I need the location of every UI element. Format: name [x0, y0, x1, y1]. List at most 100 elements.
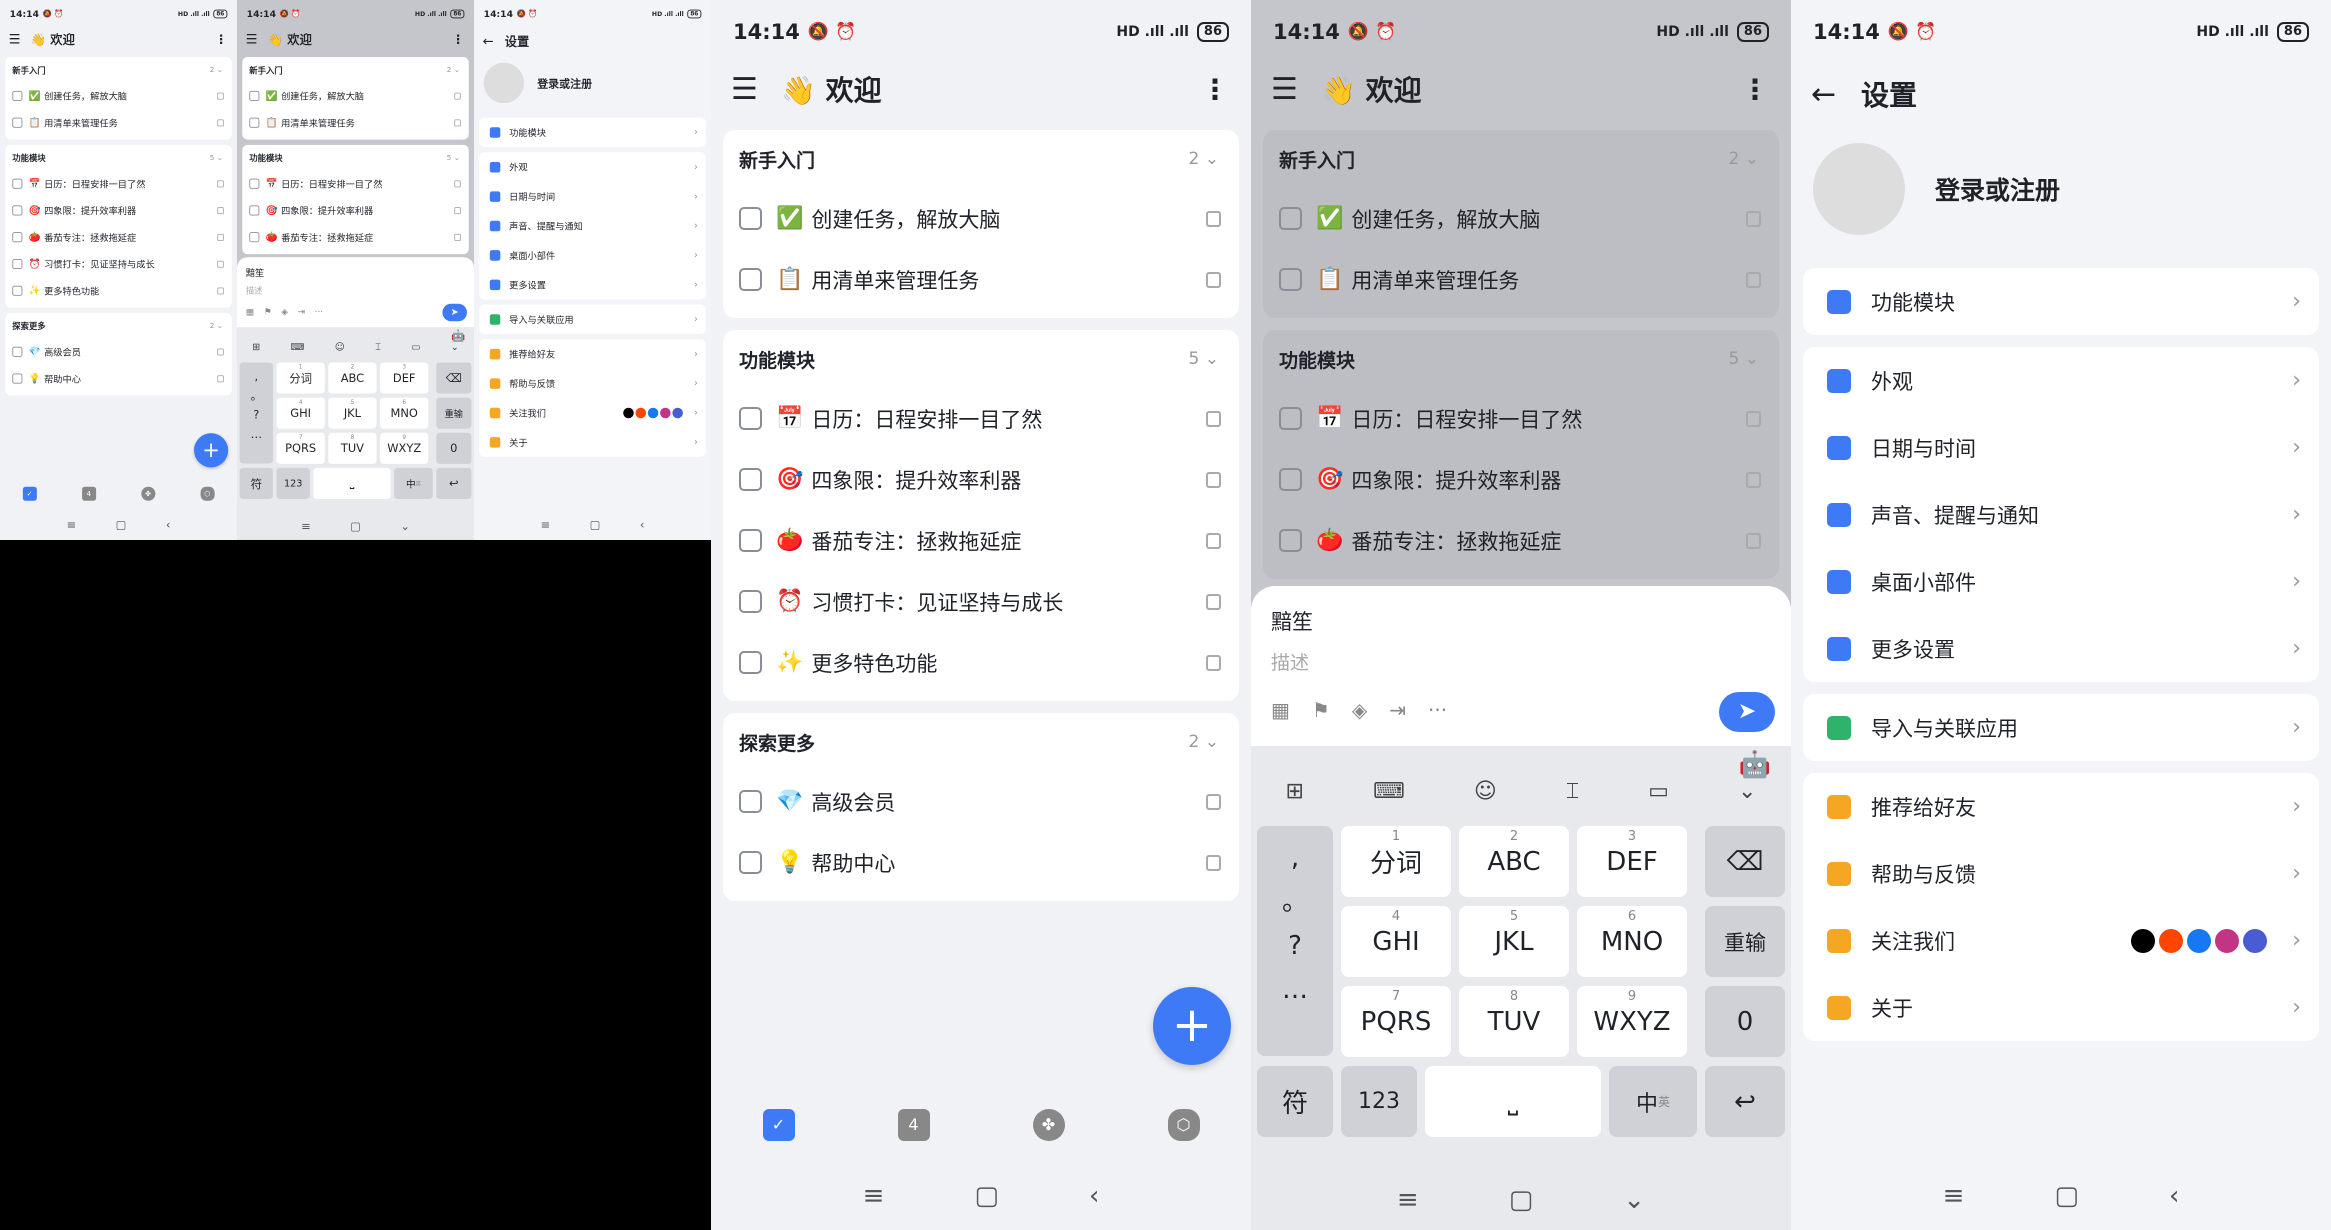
back-arrow-icon[interactable]: ←: [483, 34, 505, 49]
zero-key[interactable]: 0: [1705, 986, 1785, 1057]
task-row[interactable]: 📅 日历：日程安排一目了然: [1263, 388, 1779, 449]
section-header[interactable]: 功能模块 5 ⌄: [723, 330, 1239, 388]
task-row[interactable]: 📋 用清单来管理任务: [242, 109, 468, 136]
clipboard-icon[interactable]: ▭: [1648, 779, 1669, 804]
key-分词[interactable]: 1 分词: [276, 362, 325, 394]
collapse-keyboard-icon[interactable]: ⌄: [451, 342, 459, 353]
settings-item[interactable]: 更多设置 ›: [479, 270, 705, 299]
task-row[interactable]: 🍅 番茄专注：拯救拖延症: [242, 224, 468, 251]
menu-icon[interactable]: ☰: [9, 31, 31, 46]
settings-item[interactable]: 声音、提醒与通知 ›: [1803, 481, 2319, 548]
social-icon[interactable]: [660, 407, 671, 419]
task-row[interactable]: 📅 日历：日程安排一目了然: [723, 388, 1239, 449]
more-icon[interactable]: ⋮: [215, 32, 227, 46]
section-header[interactable]: 功能模块 5 ⌄: [5, 145, 231, 170]
task-checkbox[interactable]: [12, 232, 23, 243]
nav-home-icon[interactable]: ▢: [974, 1181, 999, 1211]
task-checkbox[interactable]: [1279, 207, 1302, 230]
task-row[interactable]: 🍅 番茄专注：拯救拖延症: [5, 224, 231, 251]
tab-quadrant-icon[interactable]: ✤: [1032, 1109, 1065, 1141]
priority-flag-icon[interactable]: ⚑: [264, 306, 272, 317]
punctuation-column[interactable]: ,。?…: [239, 362, 273, 464]
punctuation-key[interactable]: ?: [1257, 924, 1333, 968]
task-row[interactable]: ✅ 创建任务，解放大脑: [242, 83, 468, 110]
nav-menu-icon[interactable]: ≡: [301, 520, 311, 533]
task-row[interactable]: ✅ 创建任务，解放大脑: [1263, 188, 1779, 249]
settings-item[interactable]: 功能模块 ›: [1803, 268, 2319, 335]
settings-item[interactable]: 推荐给好友 ›: [479, 339, 705, 368]
reinput-key[interactable]: 重输: [436, 397, 472, 429]
tag-icon[interactable]: ◈: [1352, 698, 1367, 722]
symbol-key[interactable]: 符: [239, 467, 273, 500]
task-row[interactable]: ⏰ 习惯打卡：见证坚持与成长: [723, 571, 1239, 632]
task-row[interactable]: 💎 高级会员: [723, 771, 1239, 832]
add-task-button[interactable]: +: [193, 433, 229, 468]
emoji-icon[interactable]: ☺: [335, 342, 345, 353]
tab-tasks-icon[interactable]: ✓: [22, 486, 37, 501]
nav-collapse-icon[interactable]: ⌄: [1623, 1185, 1645, 1215]
social-icon[interactable]: [2131, 928, 2155, 953]
task-row[interactable]: ✨ 更多特色功能: [723, 632, 1239, 693]
tab-calendar-icon[interactable]: 4: [81, 486, 96, 501]
settings-item[interactable]: 日期与时间 ›: [479, 182, 705, 211]
number-key[interactable]: 123: [1341, 1066, 1417, 1137]
task-checkbox[interactable]: [739, 529, 762, 552]
task-checkbox[interactable]: [12, 178, 23, 189]
nav-menu-icon[interactable]: ≡: [67, 518, 77, 531]
task-title-input[interactable]: 黯笙: [1271, 606, 1771, 636]
settings-item[interactable]: 桌面小部件 ›: [1803, 548, 2319, 615]
emoji-icon[interactable]: ☺: [1474, 779, 1497, 804]
settings-item[interactable]: 关注我们 ›: [1803, 907, 2319, 974]
task-checkbox[interactable]: [1279, 468, 1302, 491]
key-mno[interactable]: 6 MNO: [380, 397, 429, 429]
punctuation-key[interactable]: 。: [240, 386, 273, 405]
task-checkbox[interactable]: [739, 651, 762, 674]
key-分词[interactable]: 1 分词: [1341, 826, 1451, 897]
social-icon[interactable]: [2243, 928, 2267, 953]
number-key[interactable]: 123: [276, 467, 310, 500]
settings-item[interactable]: 推荐给好友 ›: [1803, 773, 2319, 840]
reinput-key[interactable]: 重输: [1705, 906, 1785, 977]
tab-calendar-icon[interactable]: 4: [897, 1109, 930, 1141]
social-icon[interactable]: [2215, 928, 2239, 953]
nav-back-icon[interactable]: ‹: [1089, 1181, 1099, 1211]
task-row[interactable]: 💡 帮助中心: [723, 832, 1239, 893]
symbol-key[interactable]: 符: [1257, 1066, 1333, 1137]
keyboard-icon[interactable]: ⌨: [1373, 779, 1405, 804]
date-icon[interactable]: ▦: [246, 306, 254, 317]
settings-item[interactable]: 导入与关联应用 ›: [1803, 694, 2319, 761]
task-checkbox[interactable]: [1279, 529, 1302, 552]
social-icon[interactable]: [635, 407, 647, 419]
back-arrow-icon[interactable]: ←: [1811, 77, 1861, 112]
key-tuv[interactable]: 8 TUV: [328, 432, 377, 464]
task-checkbox[interactable]: [12, 117, 23, 128]
settings-item[interactable]: 帮助与反馈 ›: [1803, 840, 2319, 907]
punctuation-key[interactable]: ,: [1257, 836, 1333, 880]
more-icon[interactable]: ⋮: [452, 32, 464, 46]
social-icon[interactable]: [647, 407, 659, 419]
section-header[interactable]: 功能模块 5 ⌄: [242, 145, 468, 170]
punctuation-key[interactable]: ?: [240, 406, 273, 425]
key-wxyz[interactable]: 9 WXYZ: [380, 432, 429, 464]
settings-item[interactable]: 日期与时间 ›: [1803, 414, 2319, 481]
tag-icon[interactable]: ◈: [281, 306, 288, 317]
login-row[interactable]: 登录或注册: [1791, 124, 2331, 254]
task-checkbox[interactable]: [739, 590, 762, 613]
task-checkbox[interactable]: [12, 373, 23, 384]
key-ghi[interactable]: 4 GHI: [1341, 906, 1451, 977]
task-checkbox[interactable]: [12, 205, 23, 216]
task-description-input[interactable]: 描述: [246, 284, 465, 296]
menu-icon[interactable]: ☰: [246, 31, 268, 46]
settings-item[interactable]: 桌面小部件 ›: [479, 241, 705, 270]
nav-back-icon[interactable]: ‹: [640, 518, 645, 531]
task-row[interactable]: 📋 用清单来管理任务: [5, 109, 231, 136]
tab-focus-icon[interactable]: ⬡: [200, 486, 215, 501]
more-icon[interactable]: ⋮: [1741, 73, 1769, 106]
nav-menu-icon[interactable]: ≡: [1943, 1181, 1965, 1211]
nav-home-icon[interactable]: ▢: [1509, 1185, 1534, 1215]
key-ghi[interactable]: 4 GHI: [276, 397, 325, 429]
apps-grid-icon[interactable]: ⊞: [1286, 779, 1304, 804]
key-tuv[interactable]: 8 TUV: [1459, 986, 1569, 1057]
section-header[interactable]: 功能模块 5 ⌄: [1263, 330, 1779, 388]
task-row[interactable]: ✅ 创建任务，解放大脑: [723, 188, 1239, 249]
